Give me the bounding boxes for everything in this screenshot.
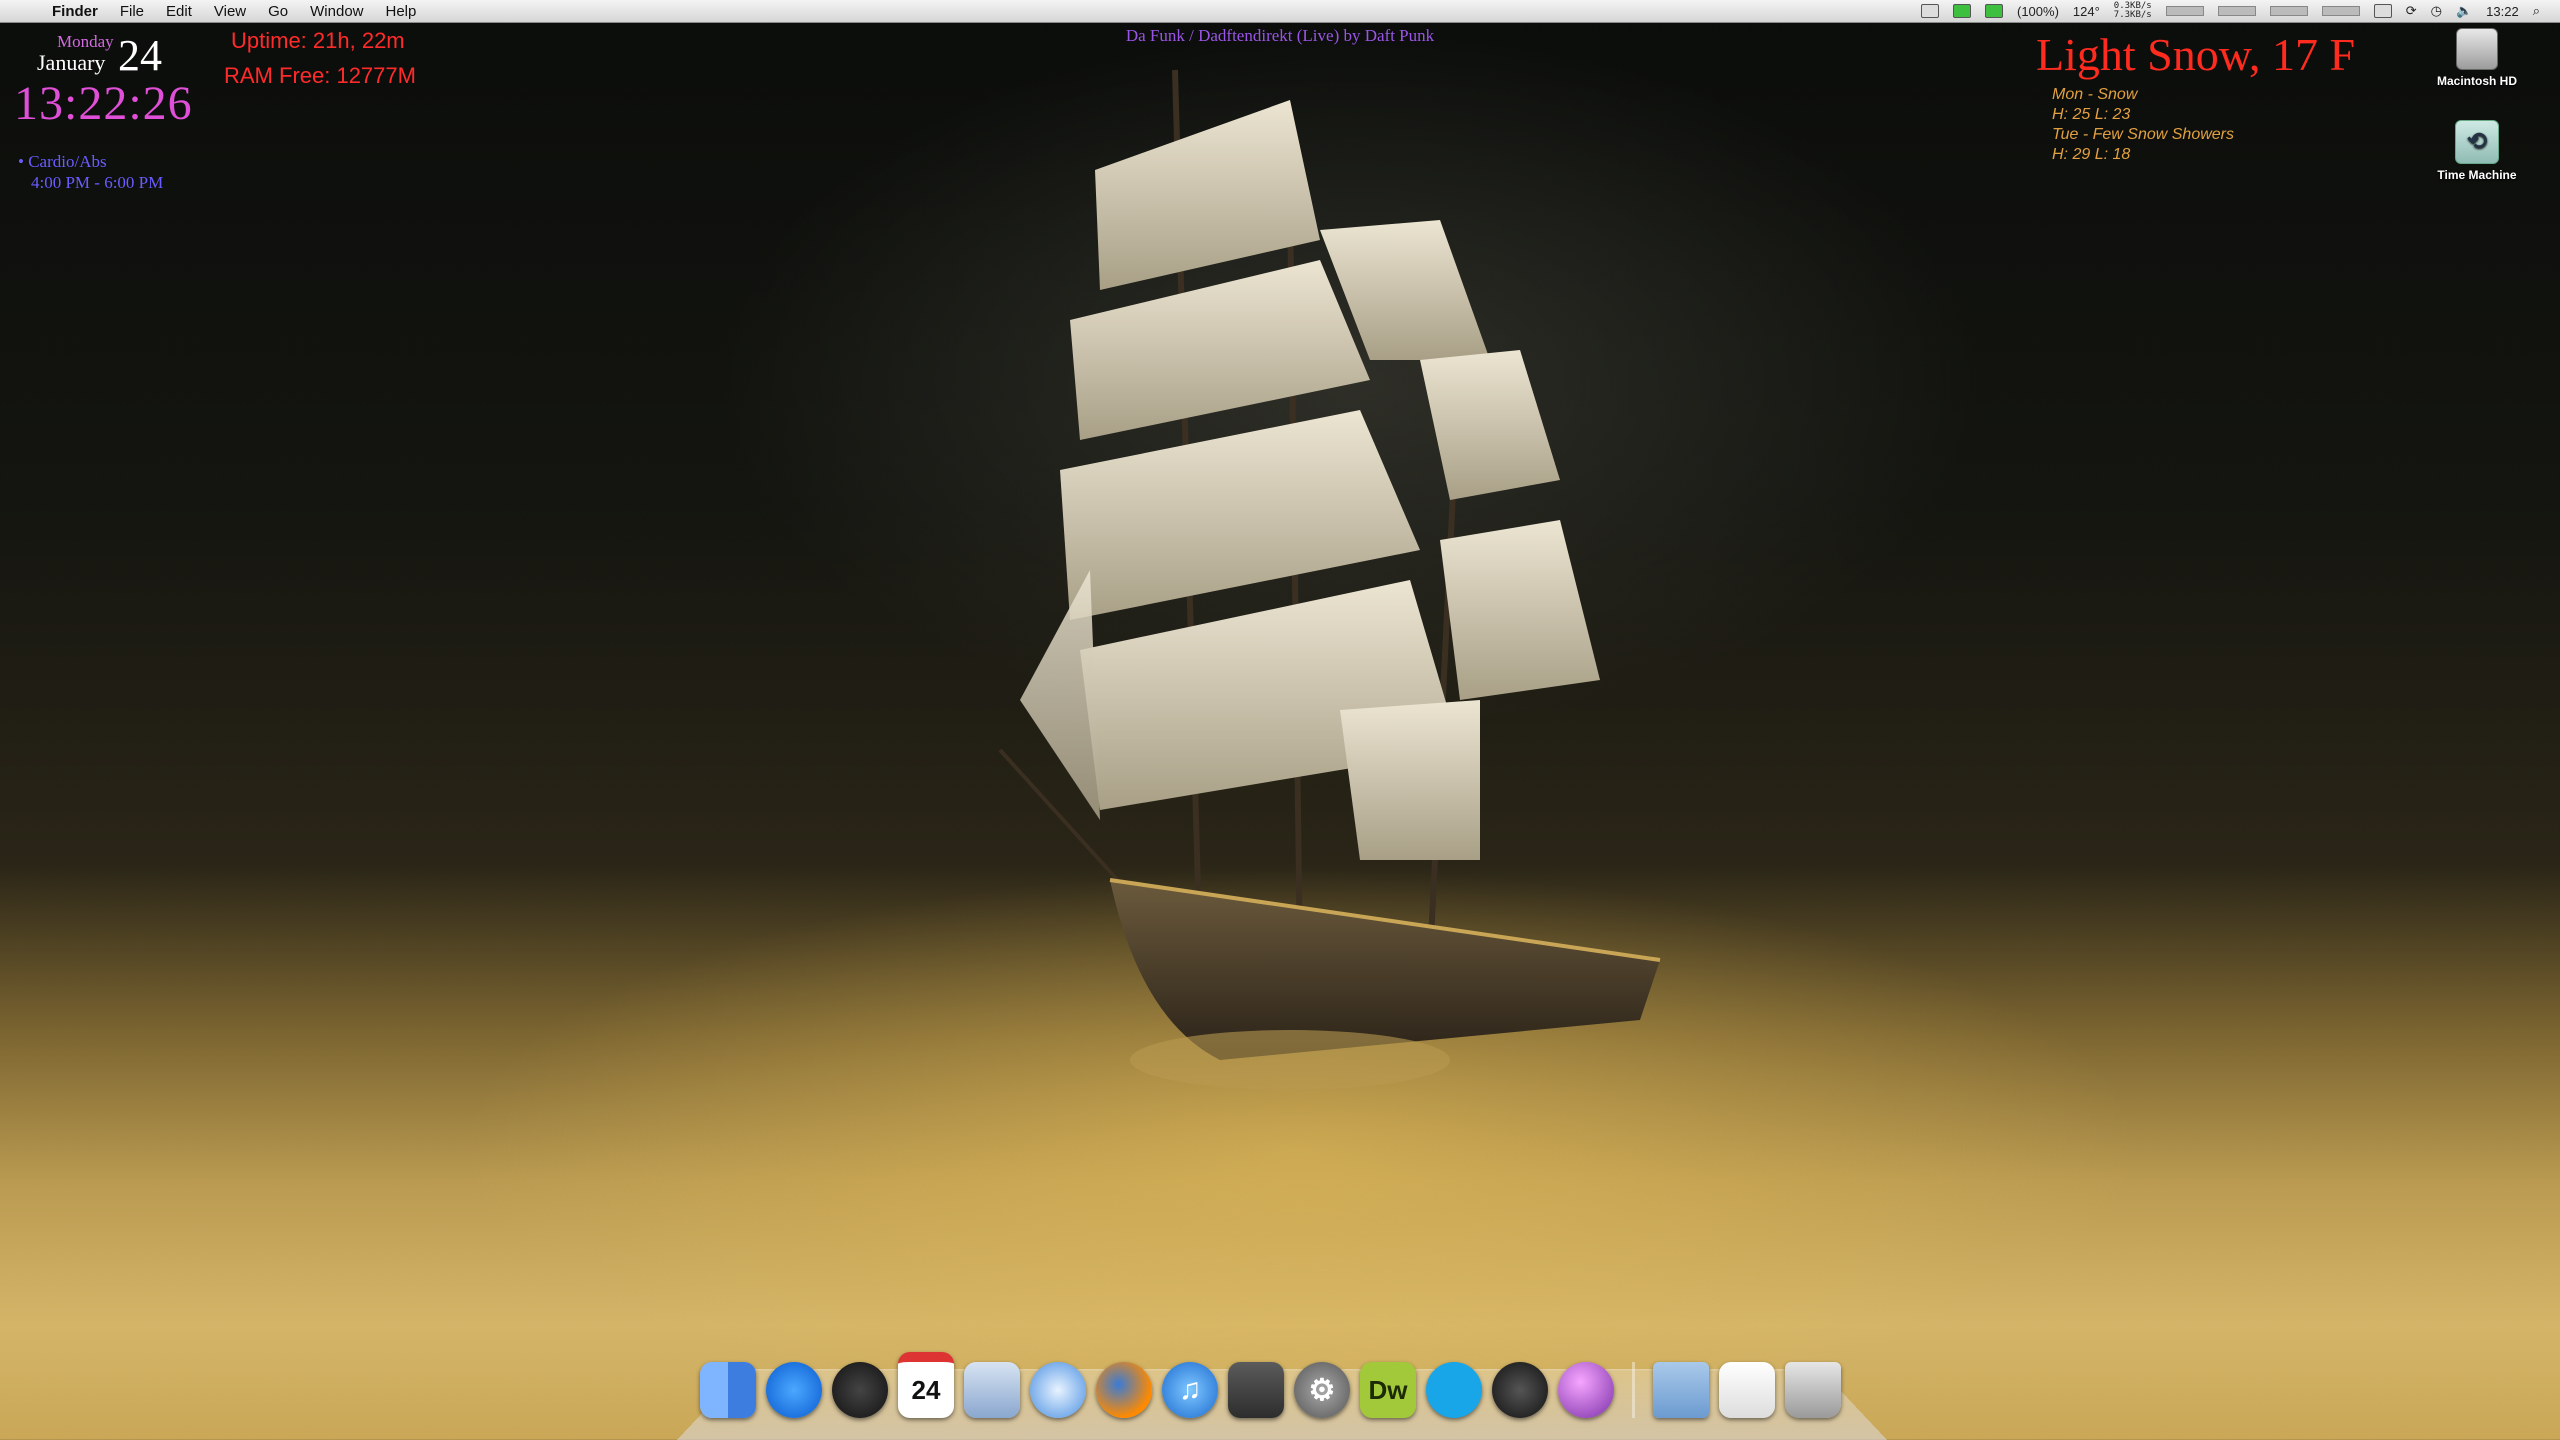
calendar-event-title: • Cardio/Abs [18, 152, 107, 171]
trash-dock-icon[interactable] [1785, 1362, 1841, 1418]
itunes-dock-icon[interactable]: ♫ [1162, 1362, 1218, 1418]
weather-current: Light Snow, 17 F [2036, 29, 2356, 80]
spotlight-search-icon[interactable]: ⌕ [2533, 3, 2540, 19]
memory-meter-icon[interactable] [2217, 6, 2256, 16]
firefox-dock-icon[interactable] [1096, 1362, 1152, 1418]
menubar-clock[interactable]: 13:22 [2486, 4, 2519, 19]
ical-day: 24 [911, 1374, 941, 1405]
dock: 24 ♫ ⚙ Dw [700, 1352, 1841, 1418]
forecast-day-2: Tue - Few Snow Showers [2052, 126, 2234, 143]
desktop-clock: 13:22:26 [14, 77, 193, 130]
system-preferences-dock-icon[interactable]: ⚙ [1294, 1362, 1350, 1418]
dreamweaver-label: Dw [1368, 1374, 1408, 1405]
forecast-day-1: Mon - Snow [2052, 86, 2138, 103]
skype-dock-icon[interactable] [1426, 1362, 1482, 1418]
adium-dock-icon[interactable] [1492, 1362, 1548, 1418]
cpu-temperature[interactable]: 124° [2073, 4, 2100, 19]
macintosh-hd-desktop-icon[interactable]: Macintosh HD [2422, 28, 2532, 88]
menu-window[interactable]: Window [310, 3, 363, 20]
menu-app-name[interactable]: Finder [52, 3, 98, 20]
expose-dock-icon[interactable] [1228, 1362, 1284, 1418]
sailing-ship-wallpaper [998, 69, 1661, 1090]
status-area: (100%) 124° 0.3KB/s 7.3KB/s ⟳ ◷ 🔈 13:22 … [1920, 2, 2560, 20]
calendar-event-time: 4:00 PM - 6:00 PM [31, 173, 164, 192]
cpu-meter-icon[interactable] [2165, 6, 2204, 16]
network-up: 7.3KB/s [2113, 10, 2152, 20]
forecast-temps-1: H: 25 L: 23 [2052, 106, 2131, 123]
macintosh-hd-label: Macintosh HD [2436, 74, 2517, 88]
finder-dock-icon[interactable] [700, 1362, 756, 1418]
ram-free-readout: RAM Free: 12777M [224, 63, 416, 88]
menu-edit[interactable]: Edit [166, 3, 192, 20]
battery-percent[interactable]: (100%) [2017, 4, 2059, 19]
dreamweaver-dock-icon[interactable]: Dw [1360, 1362, 1416, 1418]
growl-icon[interactable] [1952, 4, 1971, 18]
volume-icon[interactable]: 🔈 [2456, 3, 2472, 19]
disk-meter-icon[interactable] [2269, 6, 2308, 16]
time-machine-label: Time Machine [2437, 168, 2517, 182]
menu-bar: Finder File Edit View Go Window Help (10… [0, 0, 2560, 23]
menu-go[interactable]: Go [268, 3, 288, 20]
activity-icon[interactable] [1984, 4, 2003, 18]
battery-icon[interactable] [2373, 4, 2392, 18]
sync-icon[interactable]: ⟳ [2406, 3, 2417, 19]
app-store-dock-icon[interactable] [766, 1362, 822, 1418]
hard-drive-icon [2456, 28, 2498, 70]
apple-menu-icon[interactable] [20, 2, 38, 20]
network-speed[interactable]: 0.3KB/s 7.3KB/s [2114, 2, 2152, 20]
folder-stack-dock-icon[interactable] [1653, 1362, 1709, 1418]
monitor-icon[interactable] [1920, 4, 1939, 18]
month-name: January [37, 50, 106, 75]
menu-view[interactable]: View [214, 3, 246, 20]
dock-separator [1632, 1362, 1635, 1418]
documents-stack-dock-icon[interactable] [1719, 1362, 1775, 1418]
purple-orb-dock-icon[interactable] [1558, 1362, 1614, 1418]
menu-help[interactable]: Help [386, 3, 417, 20]
time-machine-desktop-icon[interactable]: Time Machine [2422, 120, 2532, 182]
time-machine-menu-icon[interactable]: ◷ [2431, 3, 2442, 19]
load-meter-icon[interactable] [2321, 6, 2360, 16]
dashboard-dock-icon[interactable] [832, 1362, 888, 1418]
time-machine-icon [2455, 120, 2499, 164]
safari-dock-icon[interactable] [1030, 1362, 1086, 1418]
mail-dock-icon[interactable] [964, 1362, 1020, 1418]
menu-file[interactable]: File [120, 3, 144, 20]
forecast-temps-2: H: 29 L: 18 [2052, 146, 2131, 163]
ical-dock-icon[interactable]: 24 [898, 1352, 954, 1418]
